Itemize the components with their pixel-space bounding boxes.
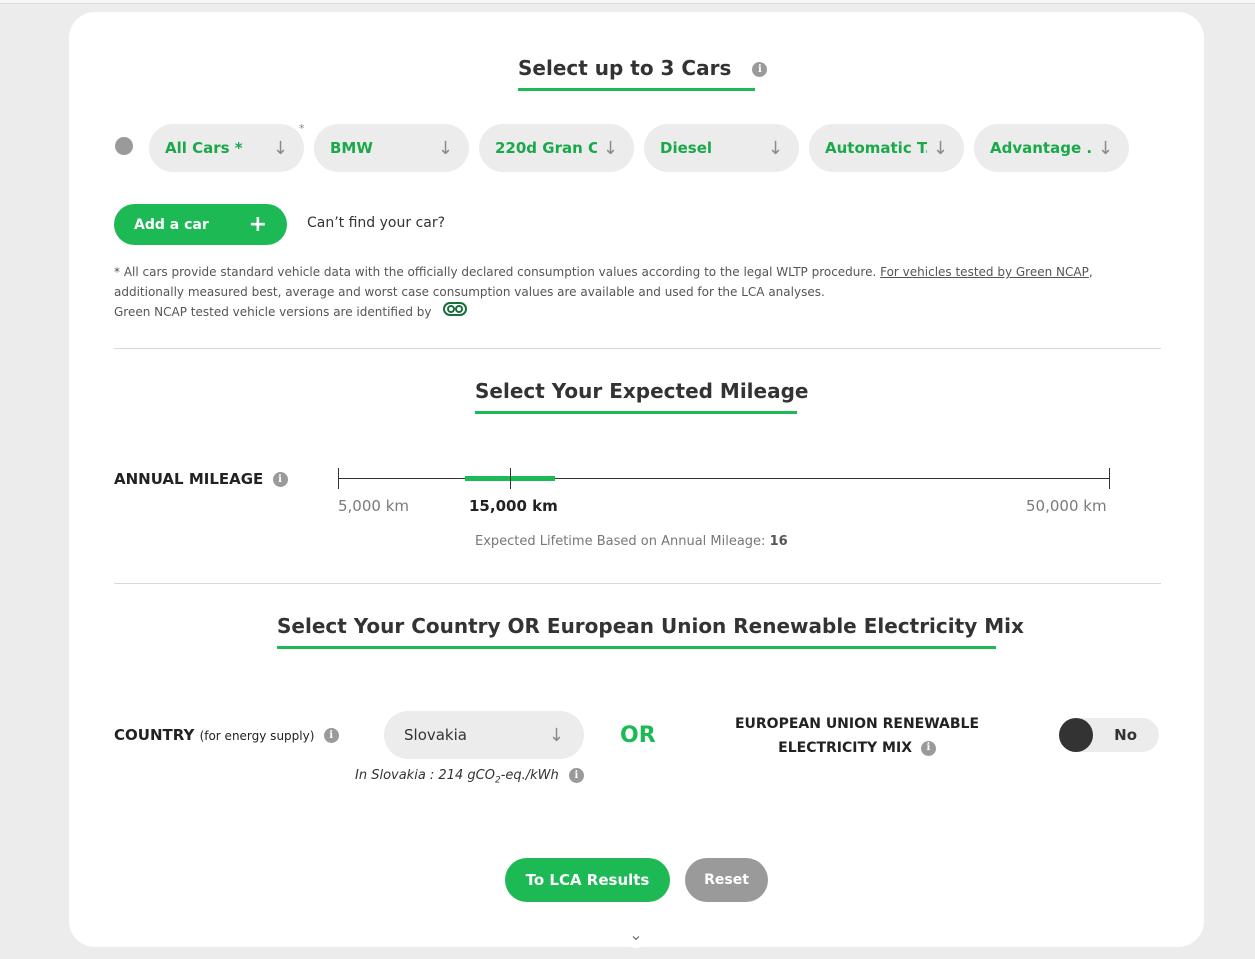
arrow-down-icon: ↓ — [548, 724, 564, 746]
car-color-dot — [115, 137, 133, 155]
slider-track — [338, 478, 1110, 479]
slider-value-label: 15,000 km — [469, 497, 558, 515]
arrow-down-icon: ↓ — [602, 137, 618, 159]
green-ncap-icon — [443, 302, 468, 323]
slider-min-tick — [338, 468, 339, 489]
intensity-prefix: In Slovakia : 214 gCO — [355, 768, 495, 783]
eu-mix-label: EUROPEAN UNION RENEWABLE ELECTRICITY MIX… — [727, 712, 987, 760]
slider-min-label: 5,000 km — [338, 497, 410, 515]
slider-max-label: 50,000 km — [1026, 497, 1107, 515]
carbon-intensity-note: In Slovakia : 214 gCO2-eq./kWh i — [355, 768, 584, 786]
section-title-mileage: Select Your Expected Mileage — [475, 379, 808, 414]
lifetime-value: 16 — [769, 534, 788, 549]
info-icon[interactable]: i — [920, 740, 936, 756]
mileage-slider[interactable] — [338, 468, 1110, 490]
note-line1-end: , — [1088, 265, 1093, 279]
transmission-select[interactable]: Automatic T... ↓ — [809, 124, 964, 172]
or-separator: OR — [620, 723, 656, 748]
toggle-knob — [1059, 718, 1093, 752]
arrow-down-icon: ↓ — [1097, 137, 1113, 159]
country-select[interactable]: Slovakia ↓ — [384, 711, 584, 759]
lca-results-button[interactable]: To LCA Results — [505, 858, 670, 902]
cars-title-text: Select up to 3 Cars — [518, 56, 732, 80]
slider-value-tick — [510, 468, 511, 489]
reset-button[interactable]: Reset — [685, 858, 768, 902]
expected-lifetime: Expected Lifetime Based on Annual Mileag… — [475, 534, 788, 549]
section-title-energy: Select Your Country OR European Union Re… — [277, 614, 1024, 649]
section-title-cars: Select up to 3 Cars i — [518, 56, 768, 91]
country-label-text: COUNTRY — [114, 726, 195, 744]
category-select[interactable]: All Cars * ↓ — [149, 124, 304, 172]
note-line2: additionally measured best, average and … — [114, 284, 825, 299]
plus-icon: + — [248, 212, 267, 237]
wltp-note: * All cars provide standard vehicle data… — [114, 263, 1144, 323]
trim-select-value: Advantage ... — [990, 139, 1092, 157]
intensity-suffix: -eq./kWh — [500, 768, 559, 783]
note-line3: Green NCAP tested vehicle versions are i… — [114, 304, 432, 319]
arrow-down-icon: ↓ — [932, 137, 948, 159]
country-select-value: Slovakia — [404, 726, 467, 744]
eu-mix-label-line1: EUROPEAN UNION RENEWABLE — [734, 716, 980, 732]
required-asterisk: * — [299, 122, 305, 135]
info-icon[interactable]: i — [568, 768, 584, 783]
annual-mileage-label: ANNUAL MILEAGE i — [114, 470, 288, 488]
trim-select[interactable]: Advantage ... ↓ — [974, 124, 1129, 172]
toggle-state: No — [1114, 726, 1137, 744]
note-line1: * All cars provide standard vehicle data… — [114, 265, 877, 279]
eu-mix-label-line2: ELECTRICITY MIX — [778, 740, 912, 756]
make-select-value: BMW — [330, 139, 373, 157]
info-icon[interactable]: i — [752, 62, 768, 77]
add-car-label: Add a car — [134, 216, 209, 233]
transmission-select-value: Automatic T... — [825, 139, 927, 157]
country-label-sub: (for energy supply) — [199, 729, 315, 743]
info-icon[interactable]: i — [323, 728, 339, 743]
divider — [114, 583, 1161, 584]
country-label: COUNTRY (for energy supply) i — [114, 726, 339, 744]
cant-find-car-link[interactable]: Can’t find your car? — [307, 215, 445, 231]
scroll-down-icon[interactable]: ⌄ — [623, 922, 649, 948]
lifetime-label: Expected Lifetime Based on Annual Mileag… — [475, 534, 766, 549]
slider-max-tick — [1109, 468, 1110, 489]
info-icon[interactable]: i — [272, 472, 288, 487]
browser-top-edge — [0, 0, 1255, 4]
model-select-value: 220d Gran C... — [495, 139, 597, 157]
configurator-card: Select up to 3 Cars i All Cars * ↓ * BMW… — [69, 12, 1204, 948]
fuel-select[interactable]: Diesel ↓ — [644, 124, 799, 172]
eu-mix-toggle[interactable]: No — [1059, 718, 1159, 752]
arrow-down-icon: ↓ — [437, 137, 453, 159]
arrow-down-icon: ↓ — [272, 137, 288, 159]
category-select-value: All Cars * — [165, 139, 243, 157]
green-ncap-link[interactable]: For vehicles tested by Green NCAP — [880, 265, 1089, 279]
annual-mileage-label-text: ANNUAL MILEAGE — [114, 470, 264, 488]
fuel-select-value: Diesel — [660, 139, 713, 157]
model-select[interactable]: 220d Gran C... ↓ — [479, 124, 634, 172]
add-car-button[interactable]: Add a car + — [114, 204, 287, 245]
arrow-down-icon: ↓ — [767, 137, 783, 159]
make-select[interactable]: BMW ↓ — [314, 124, 469, 172]
divider — [114, 348, 1161, 349]
